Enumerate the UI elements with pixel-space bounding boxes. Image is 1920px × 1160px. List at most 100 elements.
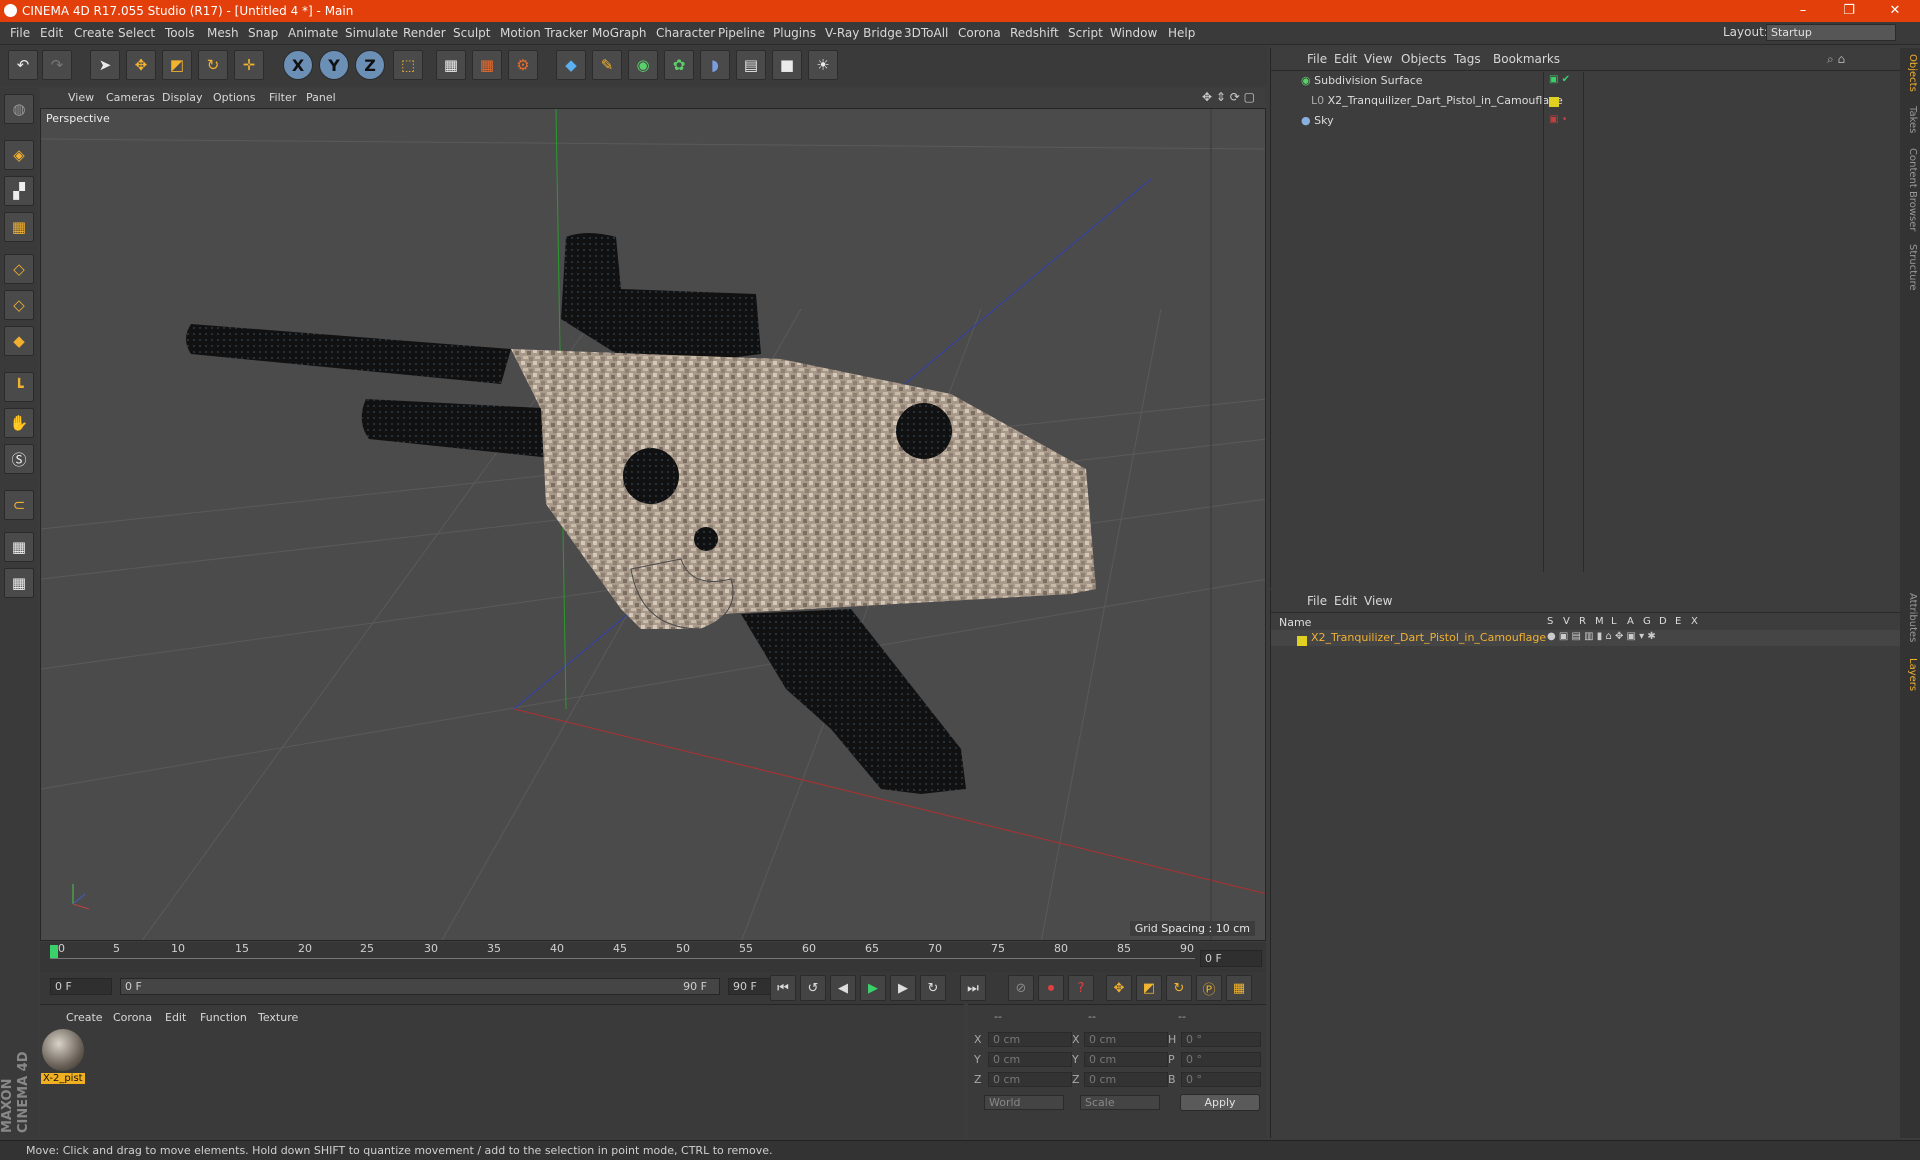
texture-mode-icon[interactable]: ▞ [4, 176, 34, 206]
menu-character[interactable]: Character [656, 26, 715, 40]
solo-icon[interactable]: Ⓢ [4, 444, 34, 474]
frame-range-slider[interactable]: 0 F 90 F [120, 978, 720, 995]
layout-select[interactable]: Startup [1766, 24, 1896, 41]
tab-takes[interactable]: Takes [1902, 106, 1918, 133]
object-row-sky[interactable]: ● Sky [1301, 112, 1334, 130]
key-scale-icon[interactable]: ◩ [1136, 975, 1162, 1001]
menu-tools[interactable]: Tools [165, 26, 195, 40]
live-move-icon[interactable]: ✛ [234, 50, 264, 80]
rotation-h-field[interactable]: 0 ° [1181, 1032, 1261, 1047]
obj-menu-view[interactable]: View [1364, 52, 1392, 66]
check-icon[interactable]: ▣ ✔ [1549, 74, 1570, 85]
vp-menu-cameras[interactable]: Cameras [106, 91, 155, 104]
menu-window[interactable]: Window [1110, 26, 1157, 40]
menu-animate[interactable]: Animate [288, 26, 338, 40]
axis-mode-icon[interactable]: ┗ [4, 372, 34, 402]
size-z-field[interactable]: 0 cm [1084, 1072, 1168, 1087]
vp-menu-options[interactable]: Options [213, 91, 255, 104]
menu-motion-tracker[interactable]: Motion Tracker [500, 26, 588, 40]
menu-plugins[interactable]: Plugins [773, 26, 816, 40]
size-x-field[interactable]: 0 cm [1084, 1032, 1168, 1047]
pistol-model[interactable] [186, 233, 1096, 794]
layer-menu-edit[interactable]: Edit [1334, 594, 1357, 608]
menu-create[interactable]: Create [74, 26, 114, 40]
minimize-button[interactable]: – [1780, 0, 1826, 22]
auto-key-icon[interactable]: ? [1068, 975, 1094, 1001]
material-preview-thumbnail[interactable] [42, 1029, 84, 1071]
workplane-icon[interactable]: ▦ [4, 212, 34, 242]
layer-row[interactable]: X2_Tranquilizer_Dart_Pistol_in_Camouflag… [1271, 630, 1901, 646]
tab-content-browser[interactable]: Content Browser [1902, 148, 1918, 231]
record-icon[interactable]: ⏺ [1038, 975, 1064, 1001]
vp-menu-display[interactable]: Display [162, 91, 203, 104]
menu-simulate[interactable]: Simulate [345, 26, 398, 40]
key-rotate-icon[interactable]: ↻ [1166, 975, 1192, 1001]
menu-sculpt[interactable]: Sculpt [453, 26, 490, 40]
make-editable-icon[interactable]: ◍ [4, 94, 34, 124]
points-mode-icon[interactable]: ◇ [4, 254, 34, 284]
menu-3dtoall[interactable]: 3DToAll [904, 26, 948, 40]
obj-menu-file[interactable]: File [1307, 52, 1327, 66]
menu-vray-bridge[interactable]: V-Ray Bridge [825, 26, 902, 40]
record-off-icon[interactable]: ⊘ [1008, 975, 1034, 1001]
menu-pipeline[interactable]: Pipeline [718, 26, 765, 40]
rotate-icon[interactable]: ↻ [198, 50, 228, 80]
obj-menu-edit[interactable]: Edit [1334, 52, 1357, 66]
deformer-icon[interactable]: ◗ [700, 50, 730, 80]
position-x-field[interactable]: 0 cm [988, 1032, 1072, 1047]
menu-snap[interactable]: Snap [248, 26, 278, 40]
start-frame-field[interactable]: 0 F [50, 978, 112, 995]
object-row-subdivision[interactable]: ◉ Subdivision Surface [1301, 72, 1423, 90]
mat-menu-texture[interactable]: Texture [258, 1011, 298, 1024]
scale-select[interactable]: Scale [1080, 1095, 1160, 1110]
edges-mode-icon[interactable]: ◇ [4, 290, 34, 320]
world-select[interactable]: World [984, 1095, 1064, 1110]
viewport-nav-icons[interactable]: ✥ ⇕ ⟳ ▢ [1202, 90, 1255, 104]
select-icon[interactable]: ➤ [90, 50, 120, 80]
render-picture-icon[interactable]: ▦ [472, 50, 502, 80]
cube-icon[interactable]: ◆ [556, 50, 586, 80]
vp-menu-view[interactable]: View [68, 91, 94, 104]
next-frame-icon[interactable]: ▶ [890, 975, 916, 1001]
scale-icon[interactable]: ◩ [162, 50, 192, 80]
move-icon[interactable]: ✥ [126, 50, 156, 80]
close-button[interactable]: ✕ [1872, 0, 1918, 22]
coord-system-icon[interactable]: ⬚ [393, 50, 423, 80]
model-mode-icon[interactable]: ◈ [4, 140, 34, 170]
light-icon[interactable]: ☀ [808, 50, 838, 80]
size-y-field[interactable]: 0 cm [1084, 1052, 1168, 1067]
vp-menu-filter[interactable]: Filter [269, 91, 296, 104]
layer-menu-view[interactable]: View [1364, 594, 1392, 608]
y-axis-icon[interactable]: Y [319, 50, 349, 80]
object-row-pistol[interactable]: L0 X2_Tranquilizer_Dart_Pistol_in_Camouf… [1311, 92, 1563, 110]
mat-menu-corona[interactable]: Corona [113, 1011, 152, 1024]
rotation-b-field[interactable]: 0 ° [1181, 1072, 1261, 1087]
camera-icon[interactable]: ■ [772, 50, 802, 80]
workplane-axis-icon[interactable]: ▦ [4, 568, 34, 598]
position-y-field[interactable]: 0 cm [988, 1052, 1072, 1067]
vp-menu-panel[interactable]: Panel [306, 91, 336, 104]
menu-redshift[interactable]: Redshift [1010, 26, 1059, 40]
timeline-ruler[interactable]: 0 5 10 15 20 25 30 35 40 45 50 55 60 65 … [40, 942, 1266, 972]
menu-render[interactable]: Render [403, 26, 446, 40]
key-move-icon[interactable]: ✥ [1106, 975, 1132, 1001]
restore-button[interactable]: ❐ [1826, 0, 1872, 22]
goto-end-icon[interactable]: ⏭ [960, 975, 986, 1001]
z-axis-icon[interactable]: Z [355, 50, 385, 80]
3d-viewport[interactable]: Perspective Grid Spacing : 10 cm [40, 108, 1266, 941]
position-z-field[interactable]: 0 cm [988, 1072, 1072, 1087]
lock-workplane-icon[interactable]: ▦ [4, 532, 34, 562]
obj-search-icon[interactable]: ⌕ ⌂ [1827, 52, 1845, 67]
current-frame-field[interactable]: 0 F [1200, 950, 1262, 967]
render-settings-icon[interactable]: ⚙ [508, 50, 538, 80]
menu-mograph[interactable]: MoGraph [592, 26, 647, 40]
pen-icon[interactable]: ✎ [592, 50, 622, 80]
next-key-icon[interactable]: ↻ [920, 975, 946, 1001]
obj-menu-bookmarks[interactable]: Bookmarks [1493, 52, 1560, 66]
x-axis-icon[interactable]: X [283, 50, 313, 80]
layer-menu-file[interactable]: File [1307, 594, 1327, 608]
goto-start-icon[interactable]: ⏮ [770, 975, 796, 1001]
tweak-mode-icon[interactable]: ✋ [4, 408, 34, 438]
mat-menu-function[interactable]: Function [200, 1011, 247, 1024]
menu-mesh[interactable]: Mesh [207, 26, 239, 40]
